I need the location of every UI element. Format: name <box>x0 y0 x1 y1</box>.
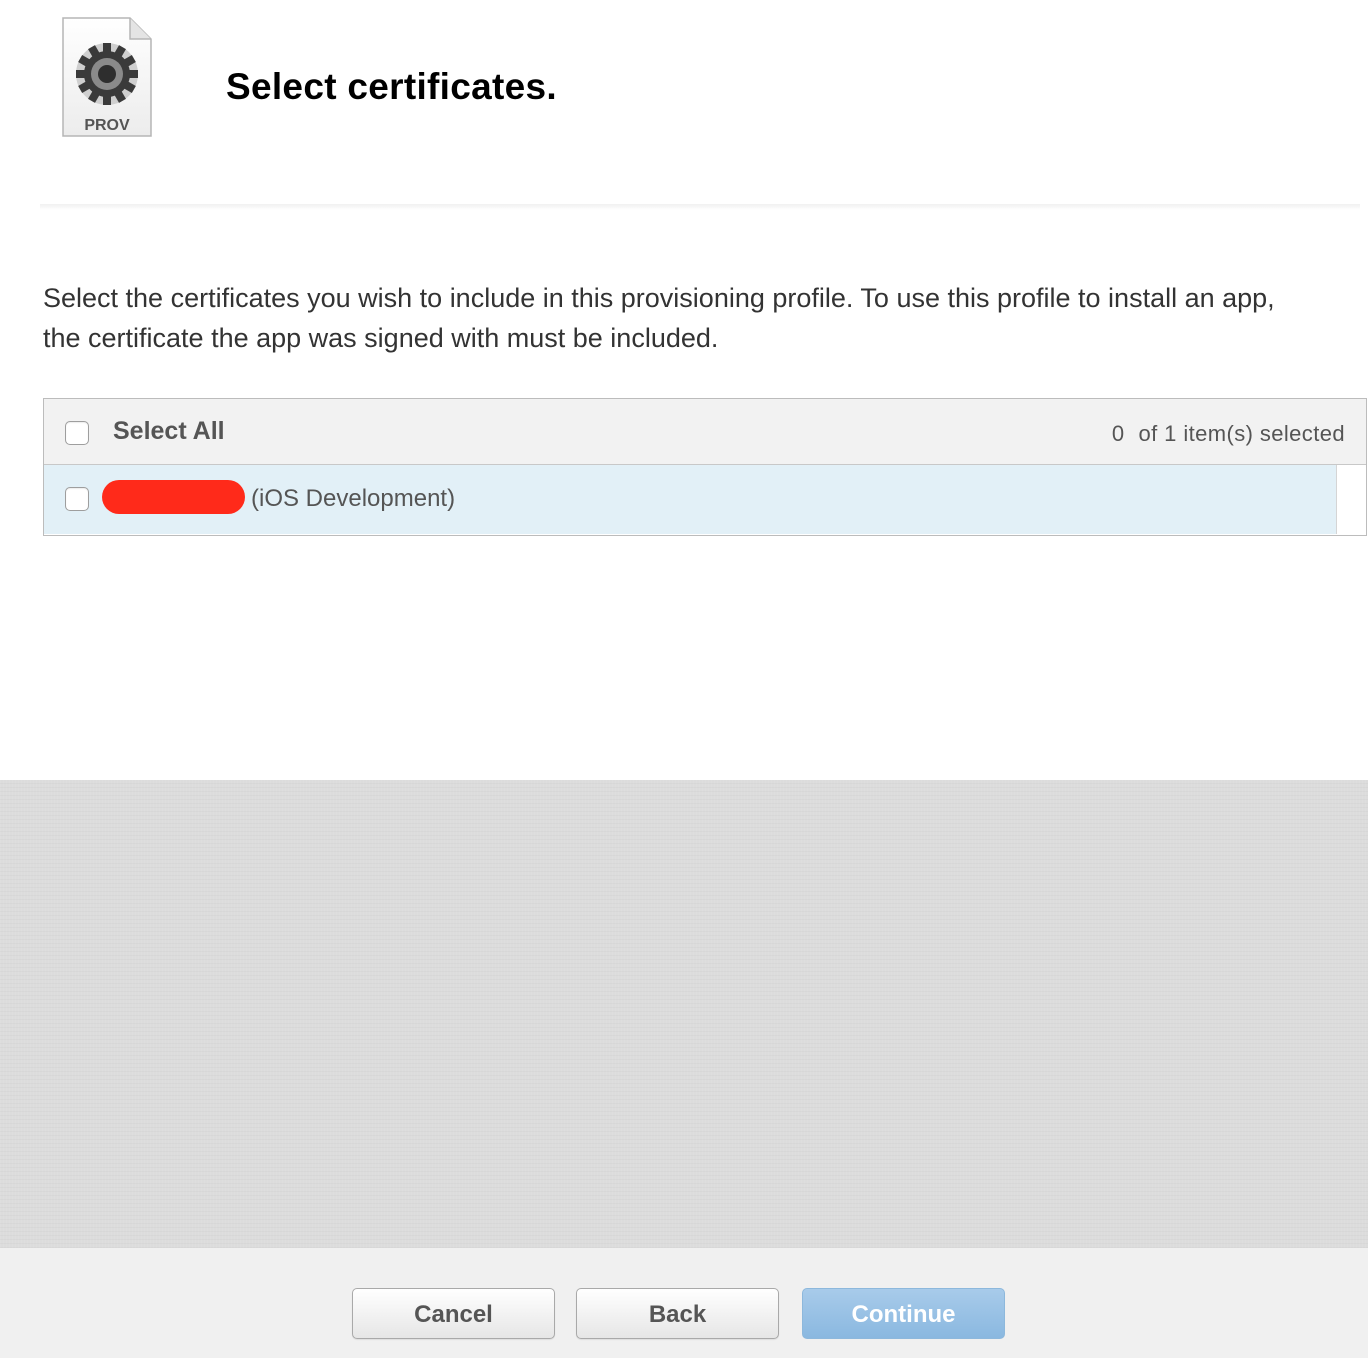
page-header: PROV Select certificates. <box>0 0 1368 200</box>
provisioning-file-icon: PROV <box>60 16 154 140</box>
selected-number: 0 <box>1111 421 1125 446</box>
cancel-button[interactable]: Cancel <box>352 1288 555 1339</box>
provisioning-profile-wizard: PROV Select certificates. Select the cer… <box>0 0 1368 1358</box>
table-header: Select All 0 of 1 item(s) selected <box>44 399 1366 465</box>
instructions-text: Select the certificates you wish to incl… <box>43 283 1275 353</box>
icon-label: PROV <box>84 117 130 134</box>
background-panel <box>0 780 1368 1248</box>
header-divider <box>40 204 1360 210</box>
redacted-certificate-name <box>102 480 245 514</box>
page-title: Select certificates. <box>226 66 557 107</box>
selected-suffix: of 1 item(s) selected <box>1138 421 1345 446</box>
certificate-checkbox[interactable] <box>65 487 89 511</box>
select-all-label[interactable]: Select All <box>113 417 225 446</box>
selection-count: 0 of 1 item(s) selected <box>1112 421 1345 447</box>
certificate-row[interactable]: (iOS Development) <box>44 465 1337 534</box>
scrollbar-track[interactable] <box>1337 465 1366 534</box>
back-button[interactable]: Back <box>576 1288 779 1339</box>
select-all-checkbox[interactable] <box>65 421 89 445</box>
certificate-type-label: (iOS Development) <box>251 485 456 512</box>
footer-button-bar: Cancel Back Continue <box>0 1248 1368 1358</box>
certificate-table: Select All 0 of 1 item(s) selected (iOS D… <box>43 398 1367 536</box>
continue-button[interactable]: Continue <box>802 1288 1005 1339</box>
